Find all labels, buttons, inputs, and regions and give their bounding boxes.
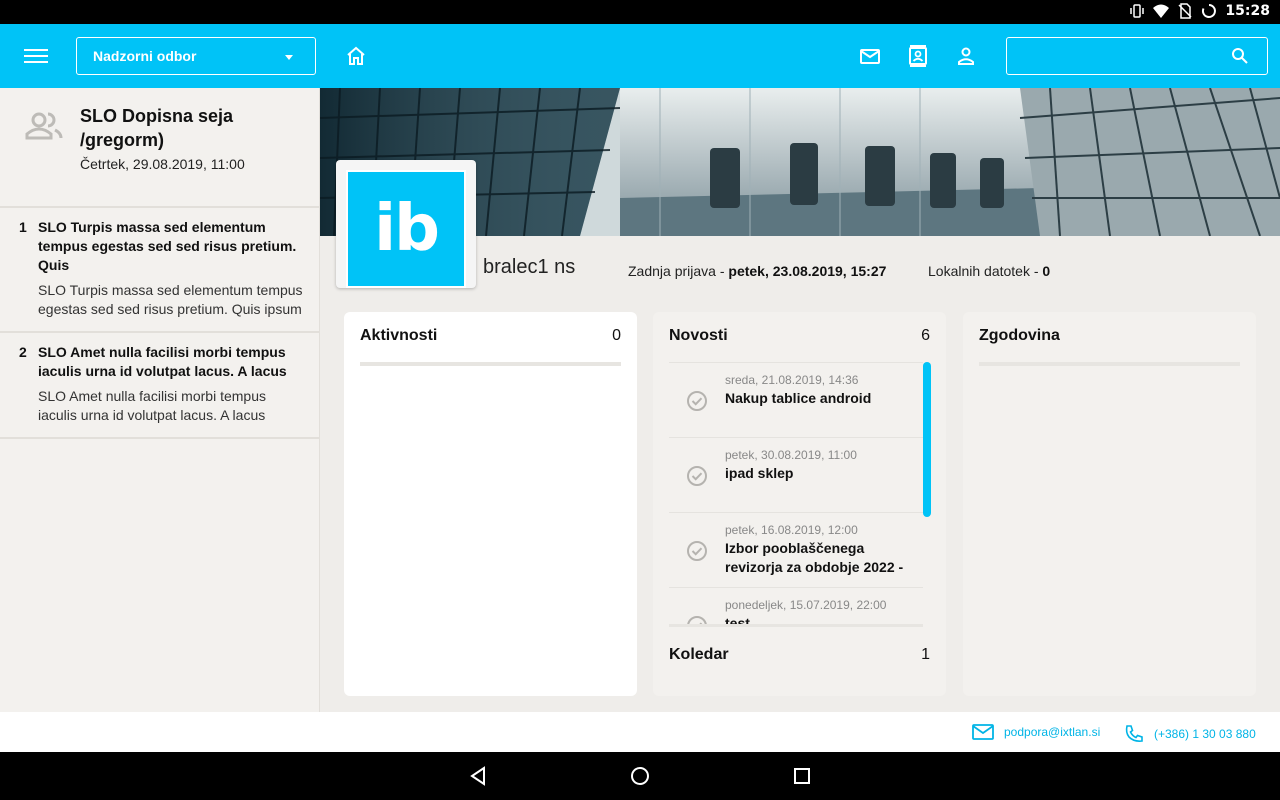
activities-title: Aktivnosti: [360, 327, 438, 344]
recents-icon[interactable]: [792, 766, 812, 786]
back-icon[interactable]: [469, 766, 489, 786]
system-nav-bar: [0, 752, 1280, 800]
mail-icon: [972, 724, 994, 740]
news-item-title: test: [725, 615, 750, 627]
agenda-sidebar: SLO Dopisna seja /gregorm) Četrtek, 29.0…: [0, 88, 320, 712]
support-phone-link[interactable]: (+386) 1 30 03 880: [1124, 724, 1256, 744]
support-email-link[interactable]: podpora@ixtlan.si: [972, 724, 1100, 740]
check-circle-icon: [687, 391, 707, 411]
activities-card: Aktivnosti 0: [344, 312, 637, 696]
news-item-date: ponedeljek, 15.07.2019, 22:00: [725, 598, 887, 612]
agenda-item-title: SLO Turpis massa sed elementum tempus eg…: [38, 219, 297, 273]
news-item[interactable]: sreda, 21.08.2019, 14:36 Nakup tablice a…: [669, 362, 923, 437]
organization-logo: ib: [346, 170, 466, 288]
status-time: 15:28: [1225, 3, 1270, 19]
profile-icon[interactable]: [954, 44, 978, 68]
news-item[interactable]: petek, 30.08.2019, 11:00 ipad sklep: [669, 437, 923, 512]
activities-count: 0: [612, 327, 621, 344]
no-sim-icon: [1178, 3, 1192, 19]
contacts-icon[interactable]: [906, 44, 930, 68]
search-box: [1006, 37, 1268, 75]
agenda-item-description: SLO Amet nulla facilisi morbi tempus iac…: [38, 388, 266, 423]
agenda-item-title: SLO Amet nulla facilisi morbi tempus iac…: [38, 344, 287, 379]
check-circle-icon: [687, 541, 707, 561]
news-title: Novosti: [669, 327, 728, 344]
news-count: 6: [921, 327, 930, 344]
last-login-value: petek, 23.08.2019, 15:27: [728, 263, 887, 279]
news-item-title: Nakup tablice android: [725, 390, 872, 406]
news-list[interactable]: sreda, 21.08.2019, 14:36 Nakup tablice a…: [669, 362, 923, 627]
news-item-title: ipad sklep: [725, 465, 794, 481]
check-circle-icon: [687, 466, 707, 486]
last-login-label: Zadnja prijava -: [628, 263, 729, 279]
home-nav-icon[interactable]: [630, 766, 650, 786]
status-bar: 15:28: [0, 0, 1280, 24]
agenda-item[interactable]: 1 SLO Turpis massa sed elementum tempus …: [0, 208, 319, 333]
support-email: podpora@ixtlan.si: [1004, 725, 1101, 739]
news-item[interactable]: petek, 16.08.2019, 12:00 Izbor pooblašče…: [669, 512, 923, 587]
agenda-item-number: 2: [19, 344, 27, 360]
wifi-icon: [1153, 4, 1170, 18]
home-icon[interactable]: [344, 44, 368, 68]
mail-icon[interactable]: [858, 44, 882, 68]
search-input[interactable]: [1007, 38, 1227, 74]
organization-logo-card: ib: [336, 160, 476, 288]
local-files: Lokalnih datotek - 0: [928, 263, 1050, 279]
news-item[interactable]: ponedeljek, 15.07.2019, 22:00 test: [669, 587, 923, 627]
news-scrollbar[interactable]: [923, 362, 931, 517]
history-title: Zgodovina: [979, 327, 1060, 344]
dropdown-caret-icon: [285, 55, 293, 60]
check-circle-icon: [687, 616, 707, 624]
dashboard: ib bralec1 ns Zadnja prijava - petek, 23…: [320, 88, 1280, 712]
calendar-title[interactable]: Koledar: [669, 646, 729, 664]
news-card: Novosti 6 sreda, 21.08.2019, 14:36 Nakup…: [653, 312, 946, 696]
divider: [979, 362, 1240, 366]
app-toolbar: Nadzorni odbor: [0, 24, 1280, 88]
user-name: bralec1 ns: [483, 256, 576, 278]
meeting-title: SLO Dopisna seja /gregorm): [80, 106, 234, 150]
search-icon[interactable]: [1231, 47, 1249, 65]
last-login: Zadnja prijava - petek, 23.08.2019, 15:2…: [628, 263, 886, 279]
agenda-item[interactable]: 2 SLO Amet nulla facilisi morbi tempus i…: [0, 333, 319, 439]
support-phone: (+386) 1 30 03 880: [1154, 727, 1256, 741]
local-files-label: Lokalnih datotek -: [928, 263, 1043, 279]
news-item-title: Izbor pooblaščenega revizorja za obdobje…: [725, 540, 904, 575]
meeting-date: Četrtek, 29.08.2019, 11:00: [80, 156, 245, 172]
vibrate-icon: [1130, 4, 1145, 18]
calendar-count: 1: [921, 646, 930, 663]
org-selector[interactable]: Nadzorni odbor: [76, 37, 316, 75]
news-item-date: petek, 16.08.2019, 12:00: [725, 523, 858, 537]
agenda-item-description: SLO Turpis massa sed elementum tempus eg…: [38, 282, 303, 317]
news-item-date: sreda, 21.08.2019, 14:36: [725, 373, 859, 387]
sync-icon: [1202, 4, 1217, 18]
agenda-item-number: 1: [19, 219, 27, 235]
local-files-value: 0: [1042, 263, 1051, 279]
support-footer: podpora@ixtlan.si (+386) 1 30 03 880: [0, 712, 1280, 752]
divider: [360, 362, 621, 366]
org-selector-label: Nadzorni odbor: [93, 48, 197, 64]
people-icon: [25, 112, 63, 140]
phone-icon: [1125, 725, 1143, 742]
menu-icon[interactable]: [24, 46, 48, 66]
history-card: Zgodovina: [963, 312, 1256, 696]
news-item-date: petek, 30.08.2019, 11:00: [725, 448, 857, 462]
meeting-header[interactable]: SLO Dopisna seja /gregorm) Četrtek, 29.0…: [0, 88, 319, 208]
